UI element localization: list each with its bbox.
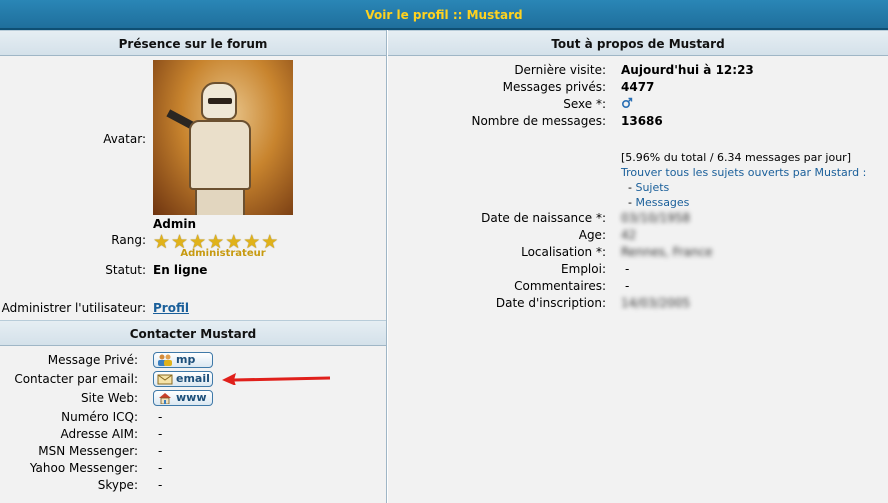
avatar (153, 60, 293, 215)
mp-button-label: mp (176, 353, 196, 366)
username: Admin (153, 217, 197, 231)
mp-count-label: Messages privés: (502, 80, 606, 94)
left-panel: Présence sur le forum Avatar: Admin Rang… (0, 30, 387, 503)
emploi-value: - (625, 262, 630, 276)
inscription-label: Date d'inscription: (495, 296, 606, 310)
sujets-item: - Sujets (628, 181, 670, 194)
rank-text: Administrateur (180, 248, 266, 259)
derniere-value: Aujourd'hui à 12:23 (621, 63, 754, 77)
commentaires-value: - (625, 279, 630, 293)
contact-label-email: Contacter par email: (14, 372, 138, 386)
house-icon (159, 393, 171, 404)
rang-label: Rang: (111, 233, 146, 247)
find-topics-link[interactable]: Trouver tous les sujets ouverts par Must… (621, 166, 866, 179)
localisation-value: Rennes, France (621, 245, 713, 259)
nombre-label: Nombre de messages: (471, 114, 606, 128)
envelope-icon (157, 374, 173, 385)
contact-label-skype: Skype: (97, 478, 138, 492)
admin-profil-link[interactable]: Profil (153, 301, 189, 315)
contact-value-skype: - (158, 478, 163, 492)
contact-label-yahoo: Yahoo Messenger: (29, 461, 138, 475)
www-button[interactable]: www (153, 390, 213, 406)
naissance-value: 03/10/1958 (621, 211, 691, 225)
statut-label: Statut: (105, 263, 146, 277)
presence-header: Présence sur le forum (0, 30, 386, 56)
naissance-label: Date de naissance *: (481, 211, 606, 225)
stats-text: [5.96% du total / 6.34 messages par jour… (621, 151, 852, 164)
sexe-label: Sexe *: (563, 97, 606, 111)
email-button-label: email (176, 372, 210, 385)
contact-label-www: Site Web: (80, 391, 138, 405)
about-header: Tout à propos de Mustard (388, 30, 888, 56)
contact-value-aim: - (158, 427, 163, 441)
email-button[interactable]: email (153, 371, 213, 387)
right-panel: Tout à propos de Mustard Dernière visite… (388, 30, 888, 503)
commentaires-label: Commentaires: (514, 279, 606, 293)
contact-value-icq: - (158, 410, 163, 424)
nombre-value: 13686 (621, 114, 663, 128)
messages-link[interactable]: Messages (635, 196, 689, 209)
avatar-label: Avatar: (103, 132, 146, 146)
statut-value: En ligne (153, 263, 208, 277)
www-button-label: www (176, 391, 207, 404)
contact-label-icq: Numéro ICQ: (61, 410, 138, 424)
admin-label: Administrer l'utilisateur: (1, 301, 146, 315)
localisation-label: Localisation *: (521, 245, 606, 259)
contact-label-mp: Message Privé: (47, 353, 138, 367)
inscription-value: 14/03/2005 (621, 296, 691, 310)
users-icon (158, 354, 172, 366)
contact-value-msn: - (158, 444, 163, 458)
emploi-label: Emploi: (561, 262, 606, 276)
male-icon (621, 97, 633, 109)
mp-button[interactable]: mp (153, 352, 213, 368)
age-label: Age: (578, 228, 606, 242)
contact-label-aim: Adresse AIM: (60, 427, 138, 441)
contact-value-yahoo: - (158, 461, 163, 475)
mp-count-value: 4477 (621, 80, 655, 94)
derniere-label: Dernière visite: (514, 63, 606, 77)
red-arrow-annotation (222, 373, 331, 385)
sujets-link[interactable]: Sujets (635, 181, 669, 194)
age-value: 42 (621, 228, 637, 242)
messages-item: - Messages (628, 196, 690, 209)
contact-label-msn: MSN Messenger: (38, 444, 138, 458)
page-title: Voir le profil :: Mustard (0, 0, 888, 30)
contact-header: Contacter Mustard (0, 320, 386, 346)
